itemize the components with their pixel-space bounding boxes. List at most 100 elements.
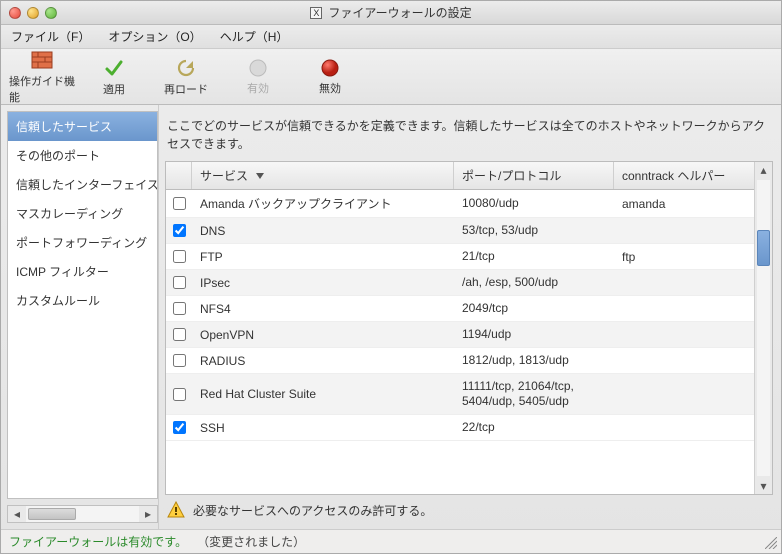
reload-label: 再ロード (164, 81, 208, 97)
menu-options[interactable]: オプション（O） (108, 28, 201, 45)
sidebar-item[interactable]: 信頼したサービス (8, 112, 157, 141)
sidebar-list[interactable]: 信頼したサービスその他のポート信頼したインターフェイスマスカレーディングポートフ… (7, 111, 158, 499)
hint-row: 必要なサービスへのアクセスのみ許可する。 (165, 495, 773, 521)
cell-conntrack (614, 415, 754, 440)
cell-port: 22/tcp (454, 415, 614, 440)
disable-label: 無効 (319, 80, 341, 96)
table-row[interactable]: DNS53/tcp, 53/udp (166, 218, 754, 244)
service-checkbox[interactable] (173, 354, 186, 367)
wizard-button[interactable]: 操作ガイド機能 (7, 46, 77, 108)
service-checkbox[interactable] (173, 276, 186, 289)
window-title: ファイアーウォールの設定 (328, 4, 471, 21)
status-enabled: ファイアーウォールは有効です。 (9, 533, 187, 550)
apply-button[interactable]: 適用 (79, 54, 149, 100)
table-header: サービス ポート/プロトコル conntrack ヘルパー (166, 162, 754, 190)
reload-icon (175, 57, 197, 79)
hint-text: 必要なサービスへのアクセスのみ許可する。 (193, 502, 432, 519)
status-modified: （変更されました） (197, 533, 305, 550)
services-table: サービス ポート/プロトコル conntrack ヘルパー Amanda バッ (166, 162, 754, 494)
sidebar-hscrollbar[interactable]: ◂ ▸ (7, 505, 158, 523)
cell-port: /ah, /esp, 500/udp (454, 270, 614, 295)
column-checkbox[interactable] (166, 162, 192, 189)
sidebar-item[interactable]: ポートフォワーディング (8, 228, 157, 257)
panel-description: ここでどのサービスが信頼できるかを定義できます。信頼したサービスは全てのホストや… (165, 113, 773, 161)
cell-service: IPsec (192, 270, 454, 295)
sidebar-item[interactable]: その他のポート (8, 141, 157, 170)
disable-button[interactable]: 無効 (295, 55, 365, 99)
circle-red-icon (320, 58, 340, 78)
toolbar: 操作ガイド機能 適用 再ロード 有効 無効 (1, 49, 781, 105)
hscroll-thumb[interactable] (28, 508, 76, 520)
resize-grip-icon[interactable] (765, 537, 777, 549)
service-checkbox[interactable] (173, 224, 186, 237)
service-checkbox[interactable] (173, 302, 186, 315)
hscroll-track[interactable] (26, 506, 139, 522)
sidebar-item[interactable]: 信頼したインターフェイス (8, 170, 157, 199)
table-row[interactable]: Red Hat Cluster Suite11111/tcp, 21064/tc… (166, 374, 754, 415)
minimize-button[interactable] (27, 7, 39, 19)
column-service[interactable]: サービス (192, 162, 454, 189)
main-panel: ここでどのサービスが信頼できるかを定義できます。信頼したサービスは全てのホストや… (159, 105, 781, 529)
scroll-up-icon[interactable]: ▴ (755, 162, 772, 178)
cell-service: FTP (192, 244, 454, 269)
cell-service: Amanda バックアップクライアント (192, 190, 454, 217)
sidebar-item[interactable]: マスカレーディング (8, 199, 157, 228)
table-vscrollbar[interactable]: ▴ ▾ (754, 162, 772, 494)
close-button[interactable] (9, 7, 21, 19)
table-row[interactable]: OpenVPN1194/udp (166, 322, 754, 348)
cell-service: OpenVPN (192, 322, 454, 347)
cell-service: SSH (192, 415, 454, 440)
service-checkbox[interactable] (173, 421, 186, 434)
checkmark-icon (103, 57, 125, 79)
scroll-left-icon[interactable]: ◂ (8, 506, 26, 522)
service-checkbox[interactable] (173, 388, 186, 401)
cell-port: 21/tcp (454, 244, 614, 269)
cell-port: 2049/tcp (454, 296, 614, 321)
table-row[interactable]: RADIUS1812/udp, 1813/udp (166, 348, 754, 374)
cell-port: 1194/udp (454, 322, 614, 347)
menubar: ファイル（F） オプション（O） ヘルプ（H） (1, 25, 781, 49)
scroll-down-icon[interactable]: ▾ (755, 478, 772, 494)
cell-conntrack (614, 374, 754, 414)
cell-service: RADIUS (192, 348, 454, 373)
cell-service: Red Hat Cluster Suite (192, 374, 454, 414)
reload-button[interactable]: 再ロード (151, 54, 221, 100)
column-conntrack[interactable]: conntrack ヘルパー (614, 162, 754, 189)
cell-conntrack (614, 270, 754, 295)
enable-label: 有効 (247, 80, 269, 96)
column-port[interactable]: ポート/プロトコル (454, 162, 614, 189)
service-checkbox[interactable] (173, 250, 186, 263)
circle-icon (248, 58, 268, 78)
column-port-label: ポート/プロトコル (462, 167, 561, 184)
cell-service: DNS (192, 218, 454, 243)
scroll-right-icon[interactable]: ▸ (139, 506, 157, 522)
service-checkbox[interactable] (173, 328, 186, 341)
sidebar-item[interactable]: ICMP フィルター (8, 257, 157, 286)
column-conntrack-label: conntrack ヘルパー (622, 167, 725, 184)
table-row[interactable]: FTP21/tcpftp (166, 244, 754, 270)
content-area: 信頼したサービスその他のポート信頼したインターフェイスマスカレーディングポートフ… (1, 105, 781, 529)
cell-conntrack: ftp (614, 244, 754, 269)
zoom-button[interactable] (45, 7, 57, 19)
table-body: Amanda バックアップクライアント10080/udpamandaDNS53/… (166, 190, 754, 494)
x11-icon: X (310, 7, 322, 19)
cell-conntrack (614, 348, 754, 373)
service-checkbox[interactable] (173, 197, 186, 210)
cell-port: 11111/tcp, 21064/tcp, 5404/udp, 5405/udp (454, 374, 614, 414)
sidebar-item[interactable]: カスタムルール (8, 286, 157, 315)
table-row[interactable]: NFS42049/tcp (166, 296, 754, 322)
cell-conntrack (614, 322, 754, 347)
menu-file[interactable]: ファイル（F） (11, 28, 90, 45)
enable-button: 有効 (223, 55, 293, 99)
vscroll-thumb[interactable] (757, 230, 770, 266)
titlebar: X ファイアーウォールの設定 (1, 1, 781, 25)
vscroll-track[interactable] (757, 180, 770, 476)
menu-help[interactable]: ヘルプ（H） (220, 28, 289, 45)
window: X ファイアーウォールの設定 ファイル（F） オプション（O） ヘルプ（H） 操… (0, 0, 782, 554)
sort-descending-icon (256, 173, 264, 179)
table-row[interactable]: IPsec/ah, /esp, 500/udp (166, 270, 754, 296)
table-row[interactable]: SSH22/tcp (166, 415, 754, 441)
cell-port: 1812/udp, 1813/udp (454, 348, 614, 373)
wizard-label: 操作ガイド機能 (9, 73, 75, 105)
table-row[interactable]: Amanda バックアップクライアント10080/udpamanda (166, 190, 754, 218)
